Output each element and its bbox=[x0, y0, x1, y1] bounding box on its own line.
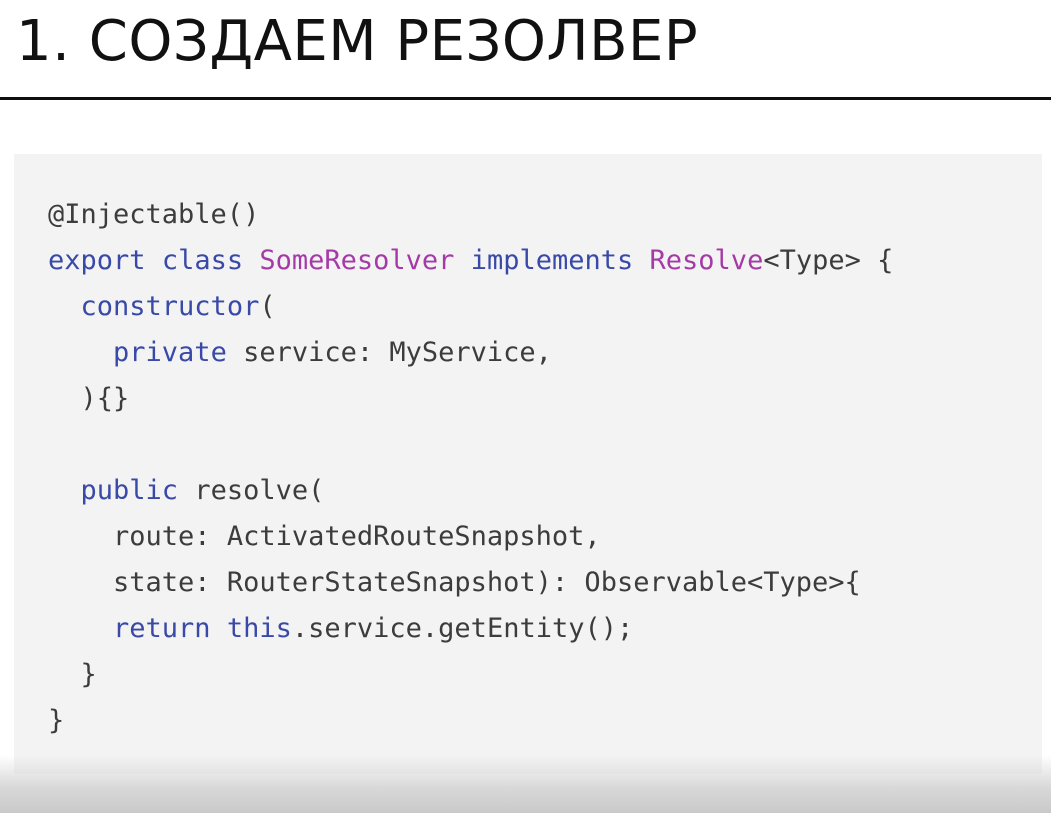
code-line-12: } bbox=[48, 698, 893, 744]
code-line-1: @Injectable() bbox=[48, 192, 893, 238]
code-line-3: constructor( bbox=[48, 284, 893, 330]
code-line-5: ){} bbox=[48, 376, 893, 422]
code-block: @Injectable() export class SomeResolver i… bbox=[14, 154, 1042, 774]
state-param: state: RouterStateSnapshot): Observable<… bbox=[113, 567, 861, 598]
code-line-4: private service: MyService, bbox=[48, 330, 893, 376]
keyword-export: export bbox=[48, 245, 146, 276]
route-param: route: ActivatedRouteSnapshot, bbox=[113, 521, 601, 552]
code-line-2: export class SomeResolver implements Res… bbox=[48, 238, 893, 284]
service-call: .service.getEntity(); bbox=[291, 613, 634, 644]
keyword-constructor: constructor bbox=[80, 291, 260, 322]
code-line-11: } bbox=[48, 652, 893, 698]
code-line-10: return this.service.getEntity(); bbox=[48, 606, 893, 652]
keyword-private: private bbox=[113, 337, 227, 368]
title-divider bbox=[0, 97, 1051, 100]
method-name: resolve( bbox=[178, 475, 325, 506]
keyword-class: class bbox=[161, 245, 244, 276]
generic-type: <Type> { bbox=[763, 245, 894, 276]
slide-title: 1. СОЗДАЕМ РЕЗОЛВЕР bbox=[16, 9, 699, 74]
keyword-public: public bbox=[80, 475, 179, 506]
service-param: service: MyService, bbox=[226, 337, 552, 368]
method-close: } bbox=[80, 659, 97, 690]
keyword-return: return bbox=[113, 613, 211, 644]
class-name: SomeResolver bbox=[259, 245, 455, 276]
interface-name: Resolve bbox=[649, 245, 764, 276]
code-listing: @Injectable() export class SomeResolver i… bbox=[48, 192, 893, 744]
code-line-8: route: ActivatedRouteSnapshot, bbox=[48, 514, 893, 560]
code-line-9: state: RouterStateSnapshot): Observable<… bbox=[48, 560, 893, 606]
code-line-7: public resolve( bbox=[48, 468, 893, 514]
class-close: } bbox=[48, 705, 65, 736]
open-paren: ( bbox=[259, 291, 276, 322]
keyword-this: this bbox=[226, 613, 292, 644]
keyword-implements: implements bbox=[470, 245, 634, 276]
bottom-shadow bbox=[0, 755, 1051, 813]
constructor-close: ){} bbox=[80, 383, 130, 414]
decorator: @Injectable() bbox=[48, 199, 260, 230]
